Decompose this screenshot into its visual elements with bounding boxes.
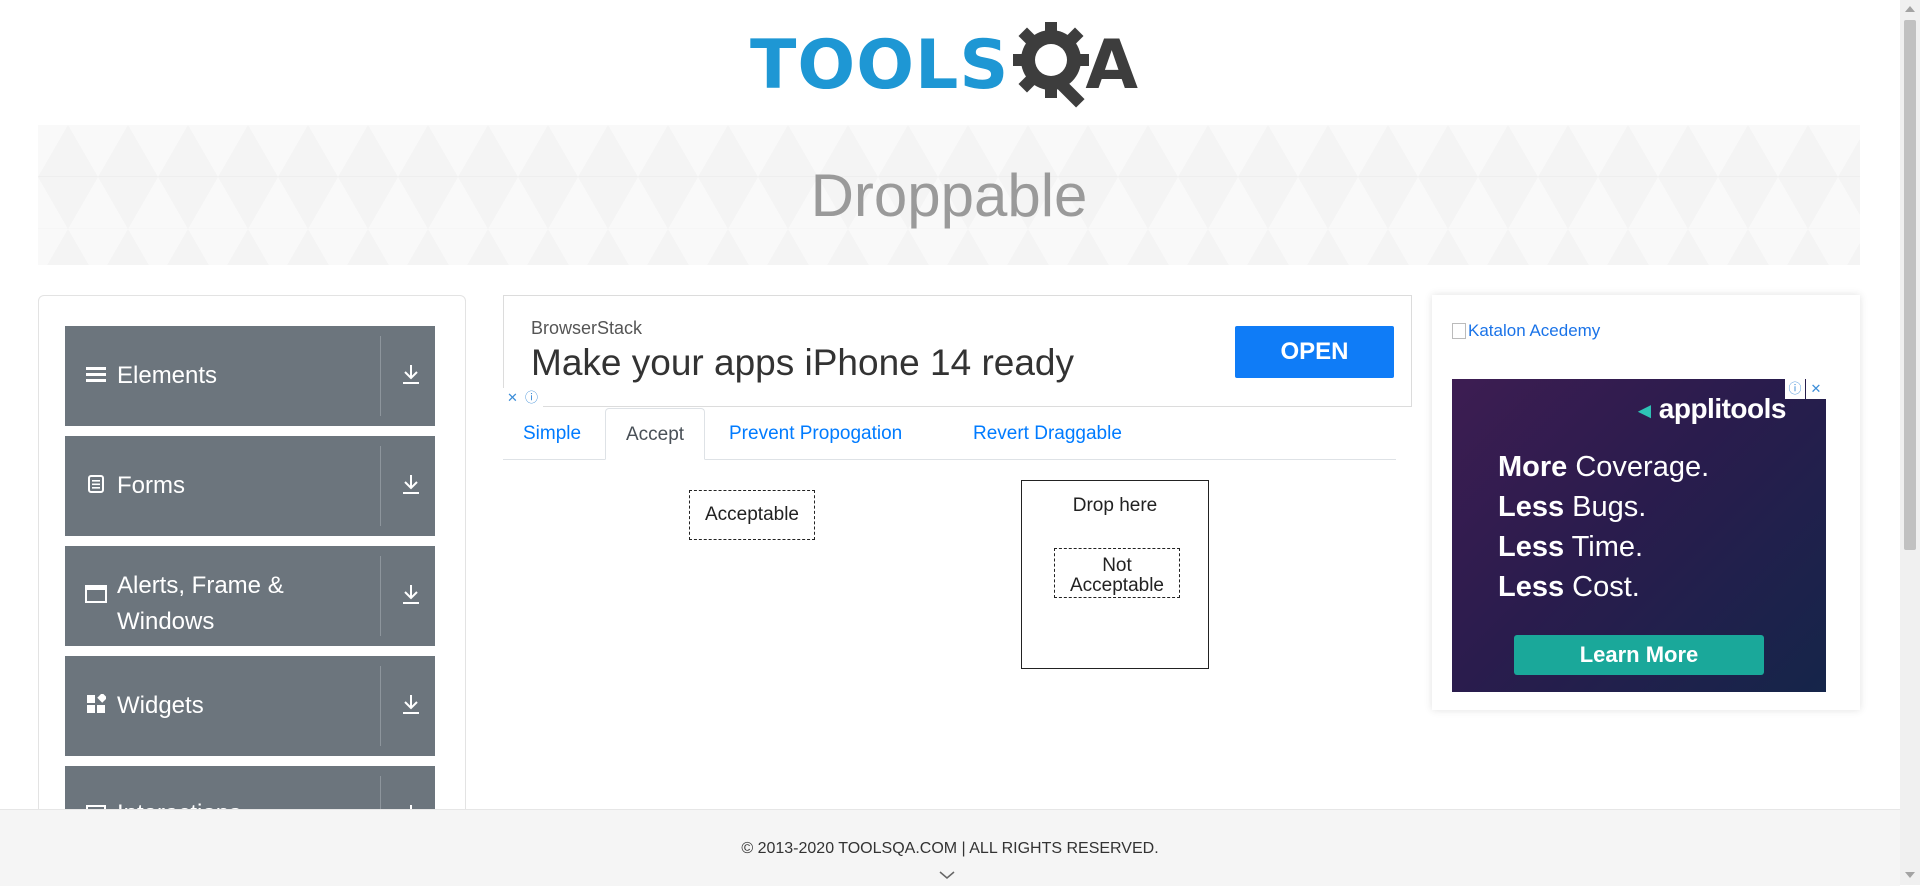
scroll-up-arrow-icon[interactable] <box>1905 6 1915 12</box>
group-label: Elements <box>117 362 218 389</box>
download-arrow-icon[interactable] <box>395 693 427 720</box>
page-banner: Droppable <box>38 125 1860 265</box>
chevron-left-icon: ◄ <box>1633 398 1655 423</box>
group-widgets[interactable]: Widgets <box>65 656 435 756</box>
katalon-academy-link[interactable]: Katalon Acedemy <box>1452 321 1600 341</box>
page-footer: © 2013-2020 TOOLSQA.COM | ALL RIGHTS RES… <box>0 809 1900 886</box>
group-label: Forms <box>117 472 185 499</box>
katalon-alt-text: Katalon Acedemy <box>1468 321 1601 340</box>
ad-copy: More Coverage. Less Bugs. Less Time. Les… <box>1498 447 1709 607</box>
footer-copyright: © 2013-2020 TOOLSQA.COM | ALL RIGHTS RES… <box>741 840 1159 857</box>
ad-controls[interactable]: ⓘ ✕ <box>1784 379 1826 399</box>
tab-prevent-propogation[interactable]: Prevent Propogation <box>709 408 922 459</box>
ad-headline[interactable]: Make your apps iPhone 14 ready <box>531 342 1074 384</box>
ad-info-icon[interactable]: ⓘ <box>522 388 541 407</box>
scroll-thumb[interactable] <box>1904 20 1916 550</box>
right-ad-panel: Katalon Acedemy ⓘ ✕ ◄ applitools More Cov… <box>1432 295 1860 710</box>
group-elements[interactable]: Elements <box>65 326 435 426</box>
broken-image-icon <box>1452 323 1466 339</box>
droppable-tabs: Simple Accept Prevent Propogation Revert… <box>503 408 1396 460</box>
page-title: Droppable <box>810 161 1088 229</box>
window-icon <box>85 584 107 608</box>
ad-line: More Coverage. <box>1498 451 1710 483</box>
tab-simple[interactable]: Simple <box>503 408 601 459</box>
group-label: Alerts, Frame & Windows <box>117 572 284 635</box>
applitools-ad[interactable]: ⓘ ✕ ◄ applitools More Coverage. Less Bugs… <box>1452 379 1826 692</box>
learn-more-button[interactable]: Learn More <box>1514 635 1764 675</box>
vertical-scrollbar[interactable] <box>1900 0 1920 885</box>
applitools-logo: ◄ applitools <box>1633 393 1786 424</box>
download-arrow-icon[interactable] <box>395 363 427 390</box>
gear-magnifier-icon <box>1013 18 1091 115</box>
acceptable-draggable[interactable]: Acceptable <box>689 490 815 540</box>
close-ad-icon[interactable]: ✕ <box>1806 379 1826 399</box>
tab-accept[interactable]: Accept <box>605 408 706 460</box>
ad-line: Less Bugs. <box>1498 491 1647 523</box>
group-forms[interactable]: Forms <box>65 436 435 536</box>
tab-revert-draggable[interactable]: Revert Draggable <box>953 408 1142 459</box>
hamburger-icon <box>85 365 107 388</box>
toolsqa-logo[interactable]: TOOLS A <box>750 18 1156 114</box>
ad-line: Less Time. <box>1498 531 1644 563</box>
ad-info-icon[interactable]: ⓘ <box>1785 379 1805 399</box>
close-ad-icon[interactable]: ✕ <box>503 388 522 407</box>
grid-icon <box>85 692 108 719</box>
scroll-down-arrow-icon[interactable] <box>1905 872 1915 878</box>
logo-text: TOOLS <box>750 26 1010 105</box>
logo-text-a: A <box>1085 26 1138 105</box>
group-label: Widgets <box>117 692 204 719</box>
ad-brand: BrowserStack <box>531 318 643 338</box>
browserstack-ad[interactable]: BrowserStack Make your apps iPhone 14 re… <box>503 295 1412 407</box>
group-alerts-frame-windows[interactable]: Alerts, Frame & Windows <box>65 546 435 646</box>
document-icon <box>85 474 107 498</box>
left-panel: Elements Forms Alerts, Frame & Windows W… <box>38 295 466 837</box>
chevron-down-icon[interactable] <box>937 868 957 886</box>
ad-choices[interactable]: ✕ ⓘ <box>503 388 543 407</box>
ad-open-button[interactable]: OPEN <box>1235 326 1394 378</box>
download-arrow-icon[interactable] <box>395 473 427 500</box>
not-acceptable-draggable[interactable]: Not Acceptable <box>1054 548 1180 598</box>
ad-line: Less Cost. <box>1498 571 1640 603</box>
drop-here-label: Drop here <box>1072 495 1158 516</box>
download-arrow-icon[interactable] <box>395 583 427 610</box>
